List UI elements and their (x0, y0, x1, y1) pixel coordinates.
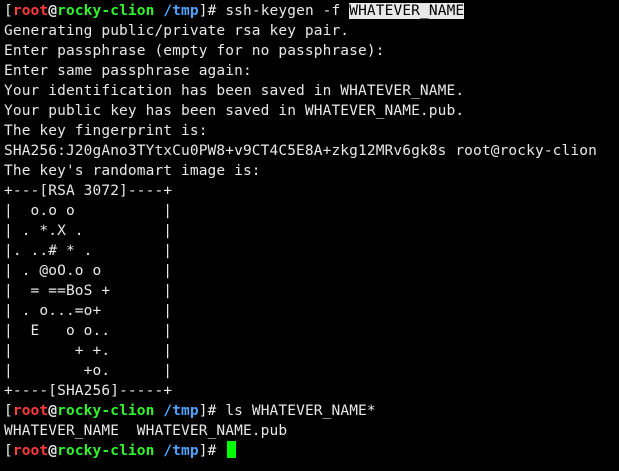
terminal-output: [root@rocky-clion /tmp]# ssh-keygen -f W… (4, 1, 597, 461)
prompt-bracket-close: ] (198, 403, 208, 419)
prompt-line: [root@rocky-clion /tmp]# ssh-keygen -f W… (4, 1, 597, 21)
output-line: | . *.X . | (4, 223, 173, 239)
prompt-dir: /tmp (163, 403, 199, 419)
prompt-dir: /tmp (163, 3, 199, 19)
prompt-at: @ (48, 443, 58, 459)
terminal-cursor[interactable] (227, 441, 237, 458)
prompt-bracket-open: [ (4, 3, 13, 19)
prompt-symbol: # (207, 3, 226, 19)
output-line: +---[RSA 3072]----+ (4, 183, 173, 199)
prompt-host: rocky-clion (57, 403, 155, 419)
prompt-bracket-open: [ (4, 443, 13, 459)
output-line: | o.o o | (4, 203, 173, 219)
prompt-bracket-open: [ (4, 403, 13, 419)
prompt-user: root (12, 403, 49, 419)
command-text[interactable]: ls WHATEVER_NAME* (225, 403, 375, 419)
output-line: |. ..# * . | (4, 243, 173, 259)
prompt-host: rocky-clion (57, 443, 155, 459)
prompt-user: root (12, 3, 49, 19)
prompt-at: @ (48, 3, 58, 19)
output-line: +----[SHA256]-----+ (4, 383, 173, 399)
output-line: | . @oO.o o | (4, 263, 173, 279)
selected-text[interactable]: WHATEVER_NAME (349, 3, 465, 19)
prompt-line: [root@rocky-clion /tmp]# ls WHATEVER_NAM… (4, 401, 597, 421)
output-line: Enter same passphrase again: (4, 63, 252, 79)
prompt-symbol: # (207, 403, 226, 419)
output-line: Your public key has been saved in WHATEV… (4, 103, 465, 119)
output-line: Your identification has been saved in WH… (4, 83, 465, 99)
prompt-dir: /tmp (163, 443, 199, 459)
command-text[interactable]: ssh-keygen -f (225, 3, 349, 19)
prompt-at: @ (48, 403, 58, 419)
output-line: | +o. | (4, 363, 173, 379)
output-line: | = ==BoS + | (4, 283, 173, 299)
output-line: SHA256:J20gAno3TYtxCu0PW8+v9CT4C5E8A+zkg… (4, 143, 597, 159)
prompt-line: [root@rocky-clion /tmp]# (4, 441, 597, 461)
output-line: The key fingerprint is: (4, 123, 208, 139)
output-line: Generating public/private rsa key pair. (4, 23, 350, 39)
prompt-host: rocky-clion (57, 3, 155, 19)
output-line: The key's randomart image is: (4, 163, 261, 179)
output-line: | E o o.. | (4, 323, 173, 339)
prompt-bracket-close: ] (198, 443, 208, 459)
prompt-user: root (12, 443, 49, 459)
output-line: | + +. | (4, 343, 173, 359)
output-line: | . o...=o+ | (4, 303, 173, 319)
output-line: Enter passphrase (empty for no passphras… (4, 43, 385, 59)
output-line: WHATEVER_NAME WHATEVER_NAME.pub (4, 423, 288, 439)
prompt-bracket-close: ] (198, 3, 208, 19)
prompt-symbol: # (207, 443, 226, 459)
terminal-window[interactable]: [root@rocky-clion /tmp]# ssh-keygen -f W… (0, 0, 619, 471)
